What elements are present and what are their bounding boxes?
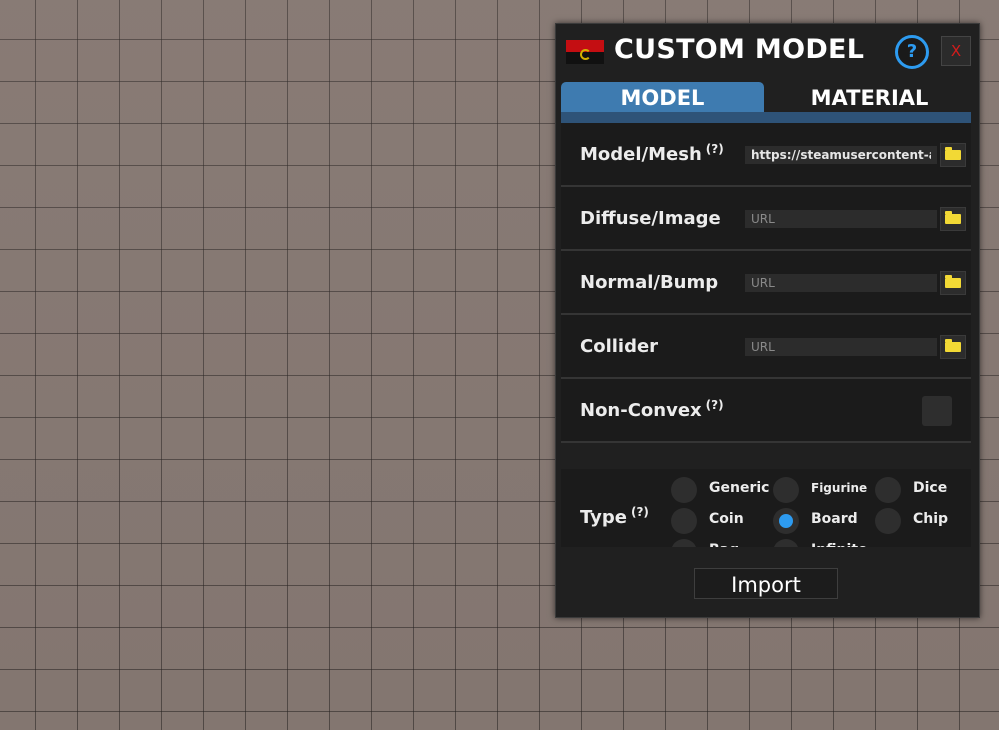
model-mesh-row: Model/Mesh (?)	[561, 123, 971, 187]
type-option-label: Chip	[913, 511, 949, 527]
normal-bump-browse-button[interactable]	[940, 271, 966, 295]
import-button[interactable]: Import	[694, 568, 838, 599]
type-label: Type (?)	[580, 505, 649, 528]
non-convex-label: Non-Convex (?)	[580, 398, 724, 421]
diffuse-image-row: Diffuse/Image	[561, 187, 971, 251]
model-mesh-browse-button[interactable]	[940, 143, 966, 167]
title-bar[interactable]: CUSTOM MODEL ? X	[556, 24, 979, 80]
tab-underline	[561, 112, 971, 123]
type-option-label: Dice	[913, 480, 948, 496]
diffuse-image-browse-button[interactable]	[940, 207, 966, 231]
non-convex-row: Non-Convex (?)	[561, 379, 971, 443]
type-option-label: Board	[811, 511, 858, 527]
model-mesh-url-input[interactable]	[745, 146, 937, 164]
tab-model[interactable]: MODEL	[561, 82, 764, 112]
type-option-label: Coin	[709, 511, 744, 527]
radio-button[interactable]	[773, 477, 799, 503]
radio-button[interactable]	[875, 477, 901, 503]
folder-icon	[945, 211, 961, 224]
model-mesh-help[interactable]: (?)	[706, 142, 724, 156]
non-convex-checkbox[interactable]	[922, 396, 952, 426]
radio-button[interactable]	[671, 477, 697, 503]
tab-material[interactable]: MATERIAL	[768, 82, 971, 112]
radio-button[interactable]	[875, 508, 901, 534]
non-convex-label-text: Non-Convex	[580, 400, 702, 421]
type-label-text: Type	[580, 507, 627, 528]
diffuse-image-label: Diffuse/Image	[580, 208, 721, 229]
collider-url-input[interactable]	[745, 338, 937, 356]
model-mesh-label-text: Model/Mesh	[580, 144, 702, 165]
type-option-label: Generic	[709, 480, 770, 496]
model-mesh-label: Model/Mesh (?)	[580, 142, 724, 165]
window-title: CUSTOM MODEL	[614, 34, 865, 65]
tab-bar: MODEL MATERIAL	[561, 82, 971, 112]
folder-icon	[945, 339, 961, 352]
non-convex-help[interactable]: (?)	[706, 398, 724, 412]
type-help[interactable]: (?)	[631, 505, 649, 519]
diffuse-image-url-input[interactable]	[745, 210, 937, 228]
flag-icon	[566, 40, 604, 64]
normal-bump-row: Normal/Bump	[561, 251, 971, 315]
collider-browse-button[interactable]	[940, 335, 966, 359]
panel-footer: Import	[556, 547, 979, 617]
collider-row: Collider	[561, 315, 971, 379]
normal-bump-label: Normal/Bump	[580, 272, 719, 293]
help-icon[interactable]: ?	[895, 35, 929, 69]
collider-label: Collider	[580, 336, 659, 357]
radio-button-selected[interactable]	[773, 508, 799, 534]
type-option-label: Figurine	[811, 481, 868, 495]
normal-bump-url-input[interactable]	[745, 274, 937, 292]
radio-button[interactable]	[671, 508, 697, 534]
folder-icon	[945, 275, 961, 288]
custom-model-panel: CUSTOM MODEL ? X MODEL MATERIAL Model/Me…	[555, 23, 980, 618]
close-button[interactable]: X	[941, 36, 971, 66]
folder-icon	[945, 147, 961, 160]
